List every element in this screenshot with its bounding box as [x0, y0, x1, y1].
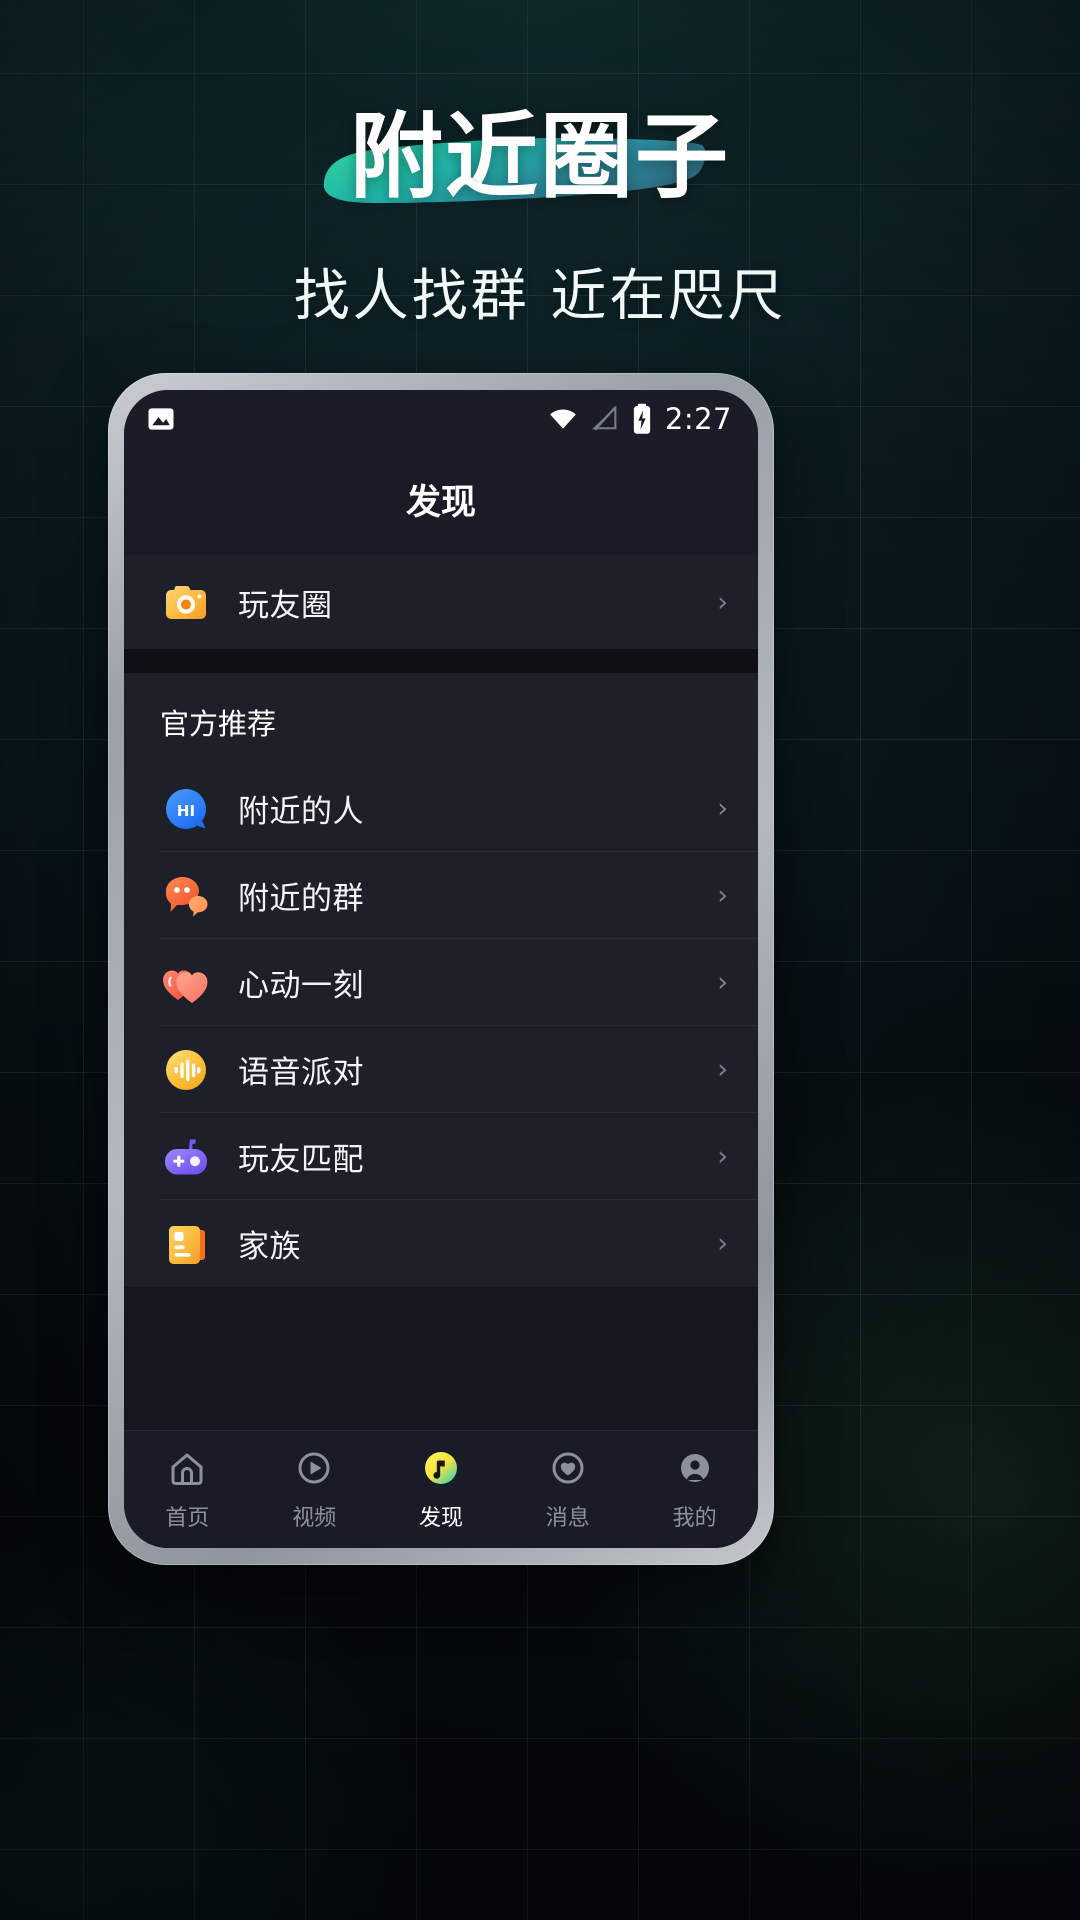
list-item-heartbeat-moment[interactable]: 心动一刻 › — [124, 939, 758, 1026]
tab-profile[interactable]: 我的 — [631, 1445, 758, 1532]
status-bar-clock: 2:27 — [664, 402, 732, 436]
chevron-right-icon: › — [717, 880, 728, 911]
tab-home[interactable]: 首页 — [124, 1445, 251, 1532]
voice-wave-icon — [160, 1044, 212, 1096]
list-item-label: 附近的群 — [238, 881, 364, 917]
hero-section: 附近圈子 找人找群 近在咫尺 — [0, 0, 1080, 332]
content-spacer — [124, 1287, 758, 1430]
top-card: 玩友圈 › — [124, 555, 758, 649]
chevron-right-icon: › — [717, 1054, 728, 1085]
list-item-label: 家族 — [238, 1229, 301, 1265]
status-bar: 2:27 — [124, 390, 758, 448]
hero-subtitle: 找人找群 近在咫尺 — [293, 263, 787, 329]
page-title: 发现 — [405, 483, 476, 523]
chevron-right-icon: › — [717, 1228, 728, 1259]
official-recommend-card: 官方推荐 HI 附近的人 › 附近的群 › 心动一刻 › 语音派对 › 玩友匹配… — [124, 673, 758, 1287]
tab-video[interactable]: 视频 — [251, 1445, 378, 1532]
list-item-label: 附近的人 — [238, 794, 364, 830]
list-item-playmate-match[interactable]: 玩友匹配 › — [124, 1113, 758, 1200]
home-icon — [164, 1445, 210, 1491]
chat-bubbles-icon — [160, 870, 212, 922]
list-item-moments[interactable]: 玩友圈 › — [124, 555, 758, 649]
svg-text:HI: HI — [177, 802, 195, 820]
section-divider-band — [124, 649, 758, 673]
signal-off-icon — [591, 405, 617, 431]
gamepad-icon — [160, 1131, 212, 1183]
tab-label: 首页 — [165, 1506, 210, 1531]
tab-label: 发现 — [418, 1506, 463, 1531]
message-heart-icon — [545, 1445, 591, 1491]
hero-title-wrap: 附近圈子 — [323, 103, 730, 211]
list-item-nearby-groups[interactable]: 附近的群 › — [124, 852, 758, 939]
section-title: 官方推荐 — [160, 707, 277, 741]
list-item-label: 语音派对 — [238, 1055, 364, 1091]
hearts-icon — [160, 957, 212, 1009]
family-card-icon — [160, 1218, 212, 1270]
chevron-right-icon: › — [717, 586, 728, 618]
chevron-right-icon: › — [717, 1141, 728, 1172]
list-item-nearby-people[interactable]: HI 附近的人 › — [124, 765, 758, 852]
phone-screen: 2:27 发现 玩友圈 › 官方推荐 HI 附近的人 › 附近的群 › 心动一刻… — [124, 390, 758, 1548]
camera-icon — [160, 576, 212, 628]
tab-label: 视频 — [292, 1506, 337, 1531]
discover-icon — [418, 1445, 464, 1491]
chevron-right-icon: › — [717, 793, 728, 824]
status-bar-right: 2:27 — [547, 402, 732, 436]
wifi-icon — [550, 409, 576, 429]
hi-bubble-icon: HI — [160, 783, 212, 835]
list-item-family[interactable]: 家族 › — [124, 1200, 758, 1287]
bottom-tab-bar: 首页 视频 发现 消息 我的 — [124, 1430, 758, 1548]
list-item-label: 玩友匹配 — [238, 1142, 364, 1178]
list-item-label: 玩友圈 — [238, 587, 333, 624]
chevron-right-icon: › — [717, 967, 728, 998]
play-circle-icon — [291, 1445, 337, 1491]
tab-label: 我的 — [672, 1506, 717, 1531]
phone-frame: 2:27 发现 玩友圈 › 官方推荐 HI 附近的人 › 附近的群 › 心动一刻… — [108, 373, 774, 1565]
tab-messages[interactable]: 消息 — [504, 1445, 631, 1532]
status-bar-left — [146, 404, 176, 434]
tab-discover[interactable]: 发现 — [378, 1445, 505, 1532]
battery-charging-icon — [633, 403, 650, 434]
image-icon — [148, 408, 174, 430]
hero-title: 附近圈子 — [350, 103, 730, 211]
tab-label: 消息 — [545, 1506, 590, 1531]
profile-icon — [672, 1445, 718, 1491]
list-item-voice-party[interactable]: 语音派对 › — [124, 1026, 758, 1113]
app-screen-body: 发现 玩友圈 › 官方推荐 HI 附近的人 › 附近的群 › 心动一刻 › 语音… — [124, 448, 758, 1548]
list-item-label: 心动一刻 — [238, 968, 364, 1004]
